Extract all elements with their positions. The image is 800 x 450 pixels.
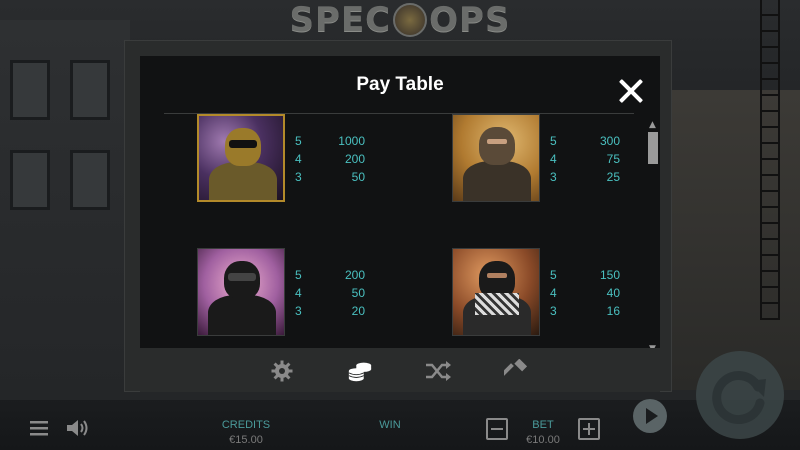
bet-decrease-button[interactable] xyxy=(486,418,508,440)
pay-row: 3 16 xyxy=(550,304,620,318)
pay-row: 4 50 xyxy=(295,286,365,300)
sound-button[interactable] xyxy=(66,419,90,437)
spin-arrow-icon xyxy=(712,371,766,424)
coins-icon xyxy=(348,362,372,382)
symbol-desert-soldier xyxy=(452,114,540,202)
rules-tab-button[interactable] xyxy=(503,358,529,384)
close-button[interactable] xyxy=(618,78,644,104)
settings-tab-button[interactable] xyxy=(269,358,295,384)
game-logo-left: SPEC xyxy=(289,0,392,40)
bet-value: €10.00 xyxy=(526,434,560,446)
hammer-icon xyxy=(504,359,528,376)
credits-value: €15.00 xyxy=(229,434,263,446)
pay-row: 4 200 xyxy=(295,152,365,166)
autoplay-button[interactable] xyxy=(633,399,667,433)
game-logo-right: OPS xyxy=(429,0,511,40)
paytable-masked-terrorist-pays: 5 150 4 40 3 16 xyxy=(550,266,620,320)
symbol-masked-terrorist xyxy=(452,248,540,336)
paytable-tab-button[interactable] xyxy=(347,358,373,384)
win-label: WIN xyxy=(379,419,401,431)
pay-row: 5 300 xyxy=(550,134,620,148)
pay-row: 3 50 xyxy=(295,170,365,184)
shuffle-icon xyxy=(426,361,451,381)
scrollbar-thumb[interactable] xyxy=(648,132,658,164)
pay-row: 5 1000 xyxy=(295,134,365,148)
gear-icon xyxy=(271,360,293,382)
spin-button[interactable] xyxy=(696,351,784,439)
background-fire-escape xyxy=(760,0,780,320)
paytable-modal: Pay Table 5 1000 4 200 3 50 5 300 4 75 3… xyxy=(140,56,660,392)
credits-label: CREDITS xyxy=(221,419,271,431)
paytable-desert-soldier-pays: 5 300 4 75 3 25 xyxy=(550,132,620,186)
game-logo: SPEC OPS xyxy=(0,0,800,40)
paytable-title: Pay Table xyxy=(356,74,444,95)
logo-emblem-icon xyxy=(393,3,428,37)
speaker-icon xyxy=(67,420,88,436)
paytable-gold-soldier-pays: 5 1000 4 200 3 50 xyxy=(295,132,365,186)
paytable-nav-bar xyxy=(140,348,660,392)
minus-icon xyxy=(491,428,503,430)
bet-increase-button[interactable] xyxy=(578,418,600,440)
menu-button[interactable] xyxy=(30,420,48,436)
scroll-up-icon[interactable]: ▲ xyxy=(649,120,656,130)
paytable-content[interactable]: 5 1000 4 200 3 50 5 300 4 75 3 25 5200 4… xyxy=(140,114,640,348)
symbol-swat-soldier xyxy=(197,248,285,336)
pay-row: 5 150 xyxy=(550,268,620,282)
background-building-left xyxy=(0,20,130,400)
paylines-tab-button[interactable] xyxy=(425,358,451,384)
pay-row: 5 200 xyxy=(295,268,365,282)
paytable-swat-soldier-pays: 5 200 4 50 3 20 xyxy=(295,266,365,320)
plus-icon xyxy=(583,423,595,435)
pay-row: 3 20 xyxy=(295,304,365,318)
bet-label: BET xyxy=(532,419,554,431)
scrollbar[interactable]: ▲ ▼ xyxy=(648,120,658,354)
symbol-gold-soldier xyxy=(197,114,285,202)
pay-row: 4 75 xyxy=(550,152,620,166)
pay-row: 3 25 xyxy=(550,170,620,184)
hamburger-menu-icon xyxy=(30,421,48,436)
pay-row: 4 40 xyxy=(550,286,620,300)
